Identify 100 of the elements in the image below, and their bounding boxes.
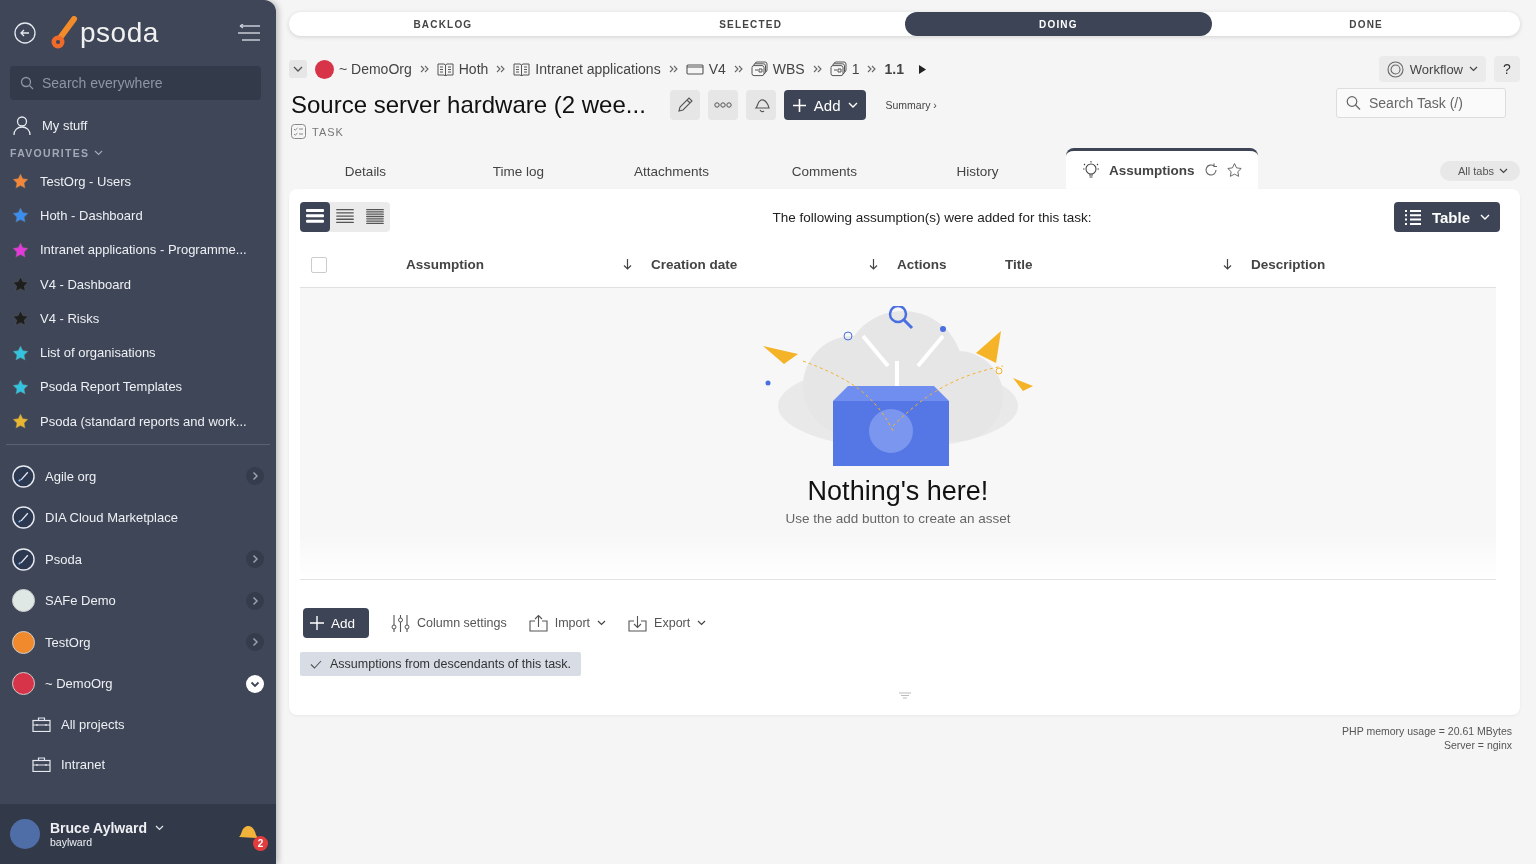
page-title: Source server hardware (2 wee... [291,91,646,119]
workflow-stage[interactable]: SELECTED [596,12,905,36]
column-header[interactable]: Title [1005,257,1033,272]
add-button[interactable]: Add [303,608,370,638]
density-option[interactable] [300,202,330,232]
breadcrumb-link[interactable]: ~ DemoOrg [339,61,412,77]
chevron-down-icon[interactable] [94,150,104,156]
favourite-link[interactable]: TestOrg - Users [0,164,276,199]
chevron-right-icon[interactable] [246,591,264,610]
column-header[interactable]: Creation date [651,257,738,272]
column-header[interactable]: Actions [897,257,947,272]
breadcrumb-link[interactable]: 1.1 [884,61,904,77]
rows-icon [305,208,325,226]
help-button[interactable]: ? [1494,56,1520,82]
box-icon [685,63,704,75]
favourites-heading: FAVOURITES [10,147,90,159]
favourite-link[interactable]: Hoth - Dashboard [0,198,276,233]
favourite-link[interactable]: V4 - Dashboard [0,266,276,302]
organisation-link[interactable]: SAFe Demo [0,579,276,622]
chevron-right-icon[interactable] [246,550,264,569]
organisation-link[interactable]: Psoda [0,538,276,580]
search-field[interactable]: Search everywhere [10,66,261,100]
all-tabs-button[interactable]: All tabs [1439,161,1520,181]
export-button[interactable]: Export [628,614,707,632]
workflow-stage[interactable]: BACKLOG [289,12,597,36]
empty-state-hint: Use the add button to create an asset [785,511,1011,526]
column-header[interactable]: Assumption [406,257,484,272]
edit-button[interactable] [669,90,700,120]
favourite-link[interactable]: Psoda (standard reports and work... [0,404,276,439]
double-chevron-icon [496,65,506,73]
rows-icon [365,208,385,226]
notify-button[interactable] [745,90,776,120]
tab[interactable]: Assumptions [1066,148,1258,189]
column-header[interactable]: Description [1251,257,1326,272]
chevron-down-icon [1469,66,1478,72]
double-chevron-icon [867,65,877,73]
sort-arrow-icon[interactable] [623,259,632,270]
play-icon[interactable] [918,64,926,74]
plus-icon [791,97,807,113]
tab[interactable]: Attachments [595,155,748,189]
breadcrumb-link[interactable]: Hoth [458,61,489,77]
briefcase-icon [32,716,51,732]
expanded-chevron-icon[interactable] [246,674,264,693]
favourite-link[interactable]: Intranet applications - Programme... [0,232,276,267]
tab[interactable]: Comments [748,155,901,189]
breadcrumb-link[interactable]: WBS [772,61,805,77]
briefcase-icon [32,756,51,772]
tab[interactable]: History [901,155,1054,189]
add-button[interactable]: Add [783,90,866,120]
user-name[interactable]: Bruce Aylward [50,820,147,836]
logo-text: psoda [80,17,159,49]
user-login: baylward [50,836,94,848]
star-icon[interactable] [1226,163,1242,177]
workflow-stage[interactable]: DONE [1212,12,1520,36]
favourite-link[interactable]: V4 - Risks [0,301,276,336]
menu-icon[interactable] [236,24,262,42]
descendants-filter-toggle[interactable]: Assumptions from descendants of this task. [300,652,582,676]
favourite-link[interactable]: Psoda Report Templates [0,369,276,405]
breadcrumb-link[interactable]: Intranet applications [535,61,661,77]
summary-link[interactable]: Summary › [885,99,937,111]
dropdown-toggle[interactable] [289,60,307,78]
organisation-link[interactable]: DIA Cloud Marketplace [0,496,276,539]
import-button[interactable]: Import [528,614,607,632]
refresh-icon[interactable] [1203,163,1218,177]
my-stuff-link[interactable]: My stuff [0,108,276,142]
favourite-link[interactable]: List of organisations [0,335,276,370]
tab[interactable]: Time log [442,155,595,189]
chevron-right-icon[interactable] [246,467,264,486]
organisation-link[interactable]: TestOrg [0,621,276,663]
search-field[interactable]: Search Task (/) [1336,88,1506,118]
organisation-link[interactable]: ~ DemoOrg [0,662,276,705]
select-all-checkbox[interactable] [311,256,327,273]
back-icon[interactable] [14,22,36,44]
breadcrumb-link[interactable]: 1 [851,61,860,77]
chevron-right-icon[interactable] [246,633,264,652]
double-chevron-icon [812,65,822,73]
more-button[interactable] [707,90,738,120]
sliders-icon [391,613,411,633]
column-settings-button[interactable]: Column settings [391,613,507,633]
lightbulb-icon [1082,160,1100,180]
project-link[interactable]: Intranet [0,744,276,785]
book-icon [436,62,454,76]
tab[interactable]: Details [289,155,442,189]
logo-mark-icon [50,16,78,50]
search-icon [1346,95,1361,111]
chevron-down-icon [293,66,303,72]
book-icon [513,62,531,76]
plus-icon [310,616,324,630]
view-button[interactable]: Table [1393,202,1500,232]
task-icon [291,124,306,139]
project-link[interactable]: All projects [0,704,276,745]
workflow-button[interactable]: Workflow [1378,56,1486,82]
sort-arrow-icon[interactable] [869,259,878,270]
rows-icon [335,208,355,226]
sort-arrow-icon[interactable] [1223,259,1232,270]
resize-handle-icon[interactable] [898,692,911,699]
organisation-link[interactable]: Agile org [0,455,276,497]
double-chevron-icon [733,65,743,73]
workflow-stage[interactable]: DOING [904,12,1213,36]
breadcrumb-link[interactable]: V4 [708,61,726,77]
